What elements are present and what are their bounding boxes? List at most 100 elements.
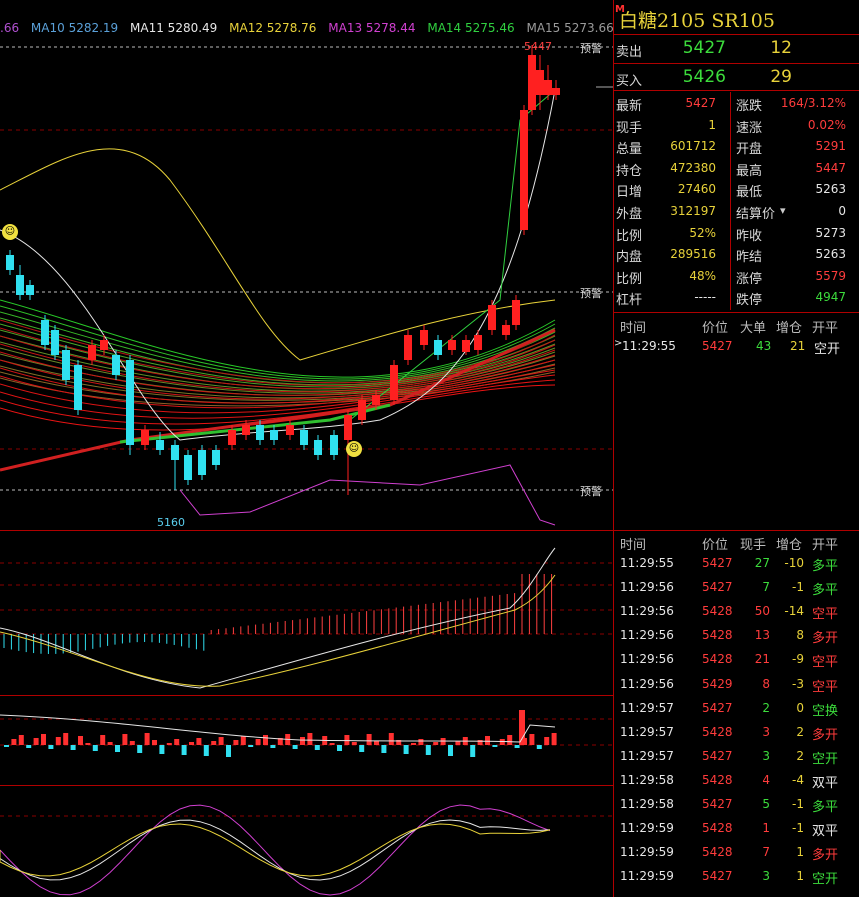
volume-bar [314,745,320,750]
col-oi: 增仓 [776,321,803,336]
tick-price: 5427 [702,797,733,811]
stat-value: 4947 [815,290,846,305]
contract-title[interactable]: 白糖2105 SR105 [619,6,775,33]
tick-row[interactable]: 11:29:58 5428 4 -4 双平 [614,769,859,793]
tick-row[interactable]: 11:29:56 5427 7 -1 多平 [614,576,859,600]
candlestick-svg [0,45,613,896]
volume-bar [492,745,498,747]
candle-body [536,70,544,95]
volume-bar [344,735,350,745]
volume-bar [337,745,342,751]
tick-time: 11:29:56 [620,676,674,691]
candle-body [372,395,380,405]
candle-body [141,430,149,445]
tick-oi: -14 [784,604,804,619]
candle-body [270,430,278,440]
ask-price: 5427 [682,38,726,58]
stat-label: 现手 [616,120,643,136]
tick-price: 5428 [702,724,733,739]
pane-divider [0,785,613,786]
volume-bar [100,735,106,745]
candle-body [242,425,250,435]
candle-body [528,55,536,110]
stat-label: 昨结 [736,250,763,266]
candle-body [488,305,496,330]
tick-row[interactable]: 11:29:57 5427 3 2 空开 [614,745,859,769]
divider [614,34,859,35]
volume-bar [263,735,268,745]
volume-bar [240,736,246,745]
volume-bar [115,745,120,752]
candle-body [212,450,220,465]
kdj-line [0,823,551,877]
volume-bar [70,745,76,750]
tick-qty: 13 [754,628,770,643]
tick-price: 5428 [702,652,733,667]
stat-label: 涨停 [736,271,763,287]
tick-type: 空平 [812,679,839,695]
volume-bar [270,745,276,748]
volume-bar [63,733,69,745]
tick-row[interactable]: 11:29:57 5428 3 2 多开 [614,721,859,745]
high-price-label: 5447 [524,40,552,53]
candle-body [330,435,338,455]
tick-type: 空平 [812,607,839,623]
tick-row[interactable]: 11:29:57 5427 2 0 空换 [614,697,859,721]
volume-bar [122,734,128,745]
col-type: 开平 [812,321,839,336]
tick-qty: 2 [762,700,770,715]
stat-value: 5273 [815,225,846,240]
volume-bar [455,741,461,745]
volume-bar [203,745,209,756]
candle-body [502,325,510,335]
chevron-down-icon[interactable]: ▾ [780,204,786,217]
stats-row: 比例 48% 涨停 5579 [614,266,859,288]
tick-row[interactable]: 11:29:56 5428 21 -9 空平 [614,648,859,672]
stat-value: 0.02% [807,117,846,132]
stat-label: 速涨 [736,120,763,136]
tick-price: 5428 [702,628,733,643]
stat-value: 1 [708,117,716,132]
tick-row[interactable]: 11:29:59 5428 7 1 多开 [614,841,859,865]
tick-time: 11:29:56 [620,604,674,619]
candle-body [171,445,179,460]
candle-body [184,455,192,480]
volume-bar [55,737,61,745]
stat-value: 5291 [815,139,846,154]
tick-oi: 1 [796,845,804,860]
candle-body [358,400,366,420]
tick-row[interactable]: 11:29:58 5427 5 -1 多平 [614,793,859,817]
ask-label: 卖出 [616,45,643,60]
tick-row[interactable]: 11:29:59 5428 1 -1 双平 [614,817,859,841]
stat-label: 日增 [616,185,643,201]
stat-label: 比例 [616,228,643,244]
divider [614,530,859,531]
tick-oi: -9 [792,652,804,667]
volume-bar [433,742,439,745]
tick-row[interactable]: 11:29:59 5427 3 1 空开 [614,865,859,889]
candle-body [126,360,134,445]
tick-row[interactable]: 11:29:55 5427 27 -10 多平 [614,552,859,576]
stat-value: 5263 [815,247,846,262]
bid-row[interactable]: 买入 5426 29 [614,67,859,89]
tick-time: 11:29:58 [620,797,674,811]
stat-label: 最低 [736,185,763,201]
col-size: 大单 [740,321,767,336]
volume-bar [514,745,520,748]
ask-row[interactable]: 卖出 5427 12 [614,38,859,60]
tick-type: 多平 [812,800,839,815]
tick-oi: 2 [796,748,804,763]
tick-row[interactable]: 11:29:56 5428 50 -14 空平 [614,600,859,624]
tick-time: 11:29:59 [620,845,674,860]
col-price: 价位 [702,321,729,336]
volume-bar [551,733,557,745]
candle-body [544,80,552,95]
big-order-row[interactable]: > 11:29:55 5427 43 21 空开 [614,335,859,359]
tick-row[interactable]: 11:29:56 5429 8 -3 空平 [614,673,859,697]
candle-body [26,285,34,295]
stat-label: 总量 [616,142,643,158]
volume-bar [329,743,335,745]
kline-chart-area[interactable]: .66 MA10 5282.19 MA11 5280.49 MA12 5278.… [0,0,613,897]
tick-row[interactable]: 11:29:56 5428 13 8 多开 [614,624,859,648]
candle-body [420,330,428,345]
